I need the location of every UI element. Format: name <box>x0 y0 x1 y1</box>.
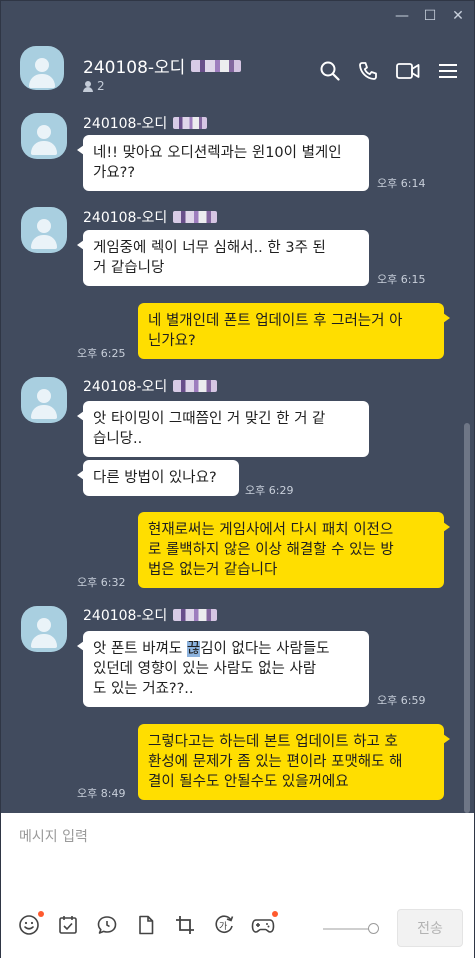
chat-header: 240108-오디 2 <box>1 33 475 113</box>
message-bubble[interactable]: 앗 타이밍이 그때쯤인 거 맞긴 한 거 같 습니당.. <box>77 401 369 457</box>
sender-name: 240108-오디 <box>83 113 208 133</box>
composer: 가 전송 <box>1 813 474 958</box>
room-title: 240108-오디 <box>83 53 242 78</box>
new-badge <box>38 911 44 917</box>
message-line: 거 같습니당 <box>93 260 165 276</box>
message-time: 오후 6:15 <box>377 273 426 286</box>
call-icon[interactable] <box>358 61 378 85</box>
checklist-icon[interactable] <box>56 913 80 937</box>
message-line: 앗 타이밍이 그때쯤인 거 맞긴 한 거 같 <box>93 411 326 427</box>
message-bubble[interactable]: 앗 폰트 바껴도 끊김이 없다는 사람들도 있던데 영향이 있는 사람도 없는 … <box>77 631 369 707</box>
message-line: 법은 없는거 같습니다 <box>148 562 278 578</box>
sender-name-text: 240108-오디 <box>83 608 168 624</box>
chat-scrollbar[interactable] <box>464 423 470 813</box>
sender-name-text: 240108-오디 <box>83 210 168 226</box>
transparency-slider[interactable] <box>323 923 379 934</box>
member-count[interactable]: 2 <box>83 79 105 93</box>
message-line: 그렇다고는 하는데 본트 업데이트 하고 호 <box>148 734 398 750</box>
emoji-icon[interactable] <box>17 911 44 937</box>
my-message-bubble[interactable]: 네 별개인데 폰트 업데이트 후 그러는거 아 닌가요? <box>138 303 450 359</box>
game-icon[interactable] <box>251 911 278 937</box>
message-line: 로 롤백하지 않은 이상 해결할 수 있는 방 <box>148 542 394 558</box>
composer-toolbar: 가 <box>17 911 278 937</box>
sender-name-text: 240108-오디 <box>83 116 168 132</box>
send-button[interactable]: 전송 <box>397 909 463 947</box>
window-controls: — ☐ ✕ <box>395 9 464 23</box>
close-icon[interactable]: ✕ <box>452 9 464 23</box>
sender-name: 240108-오디 <box>83 207 218 227</box>
message-list[interactable]: 240108-오디 네!! 맞아요 오디션렉과는 윈10이 별게인 가요?? 오… <box>1 113 475 813</box>
blurred-name <box>173 211 218 223</box>
new-badge <box>272 911 278 917</box>
message-line: 습니당.. <box>93 431 143 447</box>
message-time: 오후 6:14 <box>377 177 426 190</box>
message-line: 다른 방법이 있나요? <box>93 470 217 486</box>
message-time: 오후 6:29 <box>245 484 294 497</box>
sender-avatar[interactable] <box>21 113 67 159</box>
message-bubble[interactable]: 게임중에 렉이 너무 심해서.. 한 3주 된 거 같습니당 <box>77 230 369 286</box>
svg-text:가: 가 <box>219 921 227 932</box>
message-line: 결이 될수도 안될수도 있을꺼에요 <box>148 774 349 790</box>
sender-name: 240108-오디 <box>83 605 218 625</box>
message-line: 네!! 맞아요 오디션렉과는 윈10이 별게인 <box>93 145 342 161</box>
chat-window: — ☐ ✕ 240108-오디 2 240108-오디 네!! 맞아요 오디션렉… <box>0 0 475 958</box>
message-time: 오후 6:59 <box>377 694 426 707</box>
my-message-bubble[interactable]: 그렇다고는 하는데 본트 업데이트 하고 호 환성에 문제가 좀 있는 편이라 … <box>138 724 450 800</box>
message-line: 현재로써는 게임사에서 다시 패치 이전으 <box>148 522 394 538</box>
search-icon[interactable] <box>320 61 340 85</box>
maximize-icon[interactable]: ☐ <box>424 9 437 23</box>
speech-icon[interactable] <box>95 913 119 937</box>
video-icon[interactable] <box>396 62 420 84</box>
crop-icon[interactable] <box>173 913 197 937</box>
minimize-icon[interactable]: — <box>395 9 409 23</box>
translate-icon[interactable]: 가 <box>212 913 236 937</box>
blurred-name <box>191 59 242 72</box>
sender-name-text: 240108-오디 <box>83 379 168 395</box>
sender-name: 240108-오디 <box>83 376 218 396</box>
message-line: 게임중에 렉이 너무 심해서.. 한 3주 된 <box>93 240 326 256</box>
message-line: 앗 폰트 바껴도 끊김이 없다는 사람들도 <box>93 641 330 657</box>
message-line: 가요?? <box>93 165 136 181</box>
message-line: 네 별개인데 폰트 업데이트 후 그러는거 아 <box>148 313 403 329</box>
message-input[interactable] <box>19 829 449 845</box>
blurred-name <box>173 609 218 621</box>
my-message-bubble[interactable]: 현재로써는 게임사에서 다시 패치 이전으 로 롤백하지 않은 이상 해결할 수… <box>138 512 450 588</box>
message-bubble[interactable]: 네!! 맞아요 오디션렉과는 윈10이 별게인 가요?? <box>77 135 369 191</box>
person-icon <box>83 80 93 92</box>
message-line: 있던데 영향이 있는 사람도 없는 사람 <box>93 661 317 677</box>
blurred-name <box>173 380 218 392</box>
sender-avatar[interactable] <box>21 377 67 423</box>
message-line: 환성에 문제가 좀 있는 편이라 포맷해도 해 <box>148 754 403 770</box>
menu-icon[interactable] <box>438 62 458 84</box>
member-count-value: 2 <box>97 79 105 93</box>
message-bubble[interactable]: 다른 방법이 있나요? <box>77 460 239 496</box>
message-time: 오후 8:49 <box>77 787 126 800</box>
message-line: 닌가요? <box>148 333 196 349</box>
sender-avatar[interactable] <box>21 606 67 652</box>
file-icon[interactable] <box>134 913 158 937</box>
header-actions <box>320 61 458 85</box>
slider-knob[interactable] <box>368 923 379 934</box>
message-time: 오후 6:25 <box>77 347 126 360</box>
room-name: 240108-오디 <box>83 58 186 78</box>
blurred-name <box>173 117 208 129</box>
message-line: 도 있는 거죠??.. <box>93 681 194 697</box>
sender-avatar[interactable] <box>21 207 67 253</box>
message-time: 오후 6:32 <box>77 576 126 589</box>
room-avatar[interactable] <box>20 46 64 90</box>
